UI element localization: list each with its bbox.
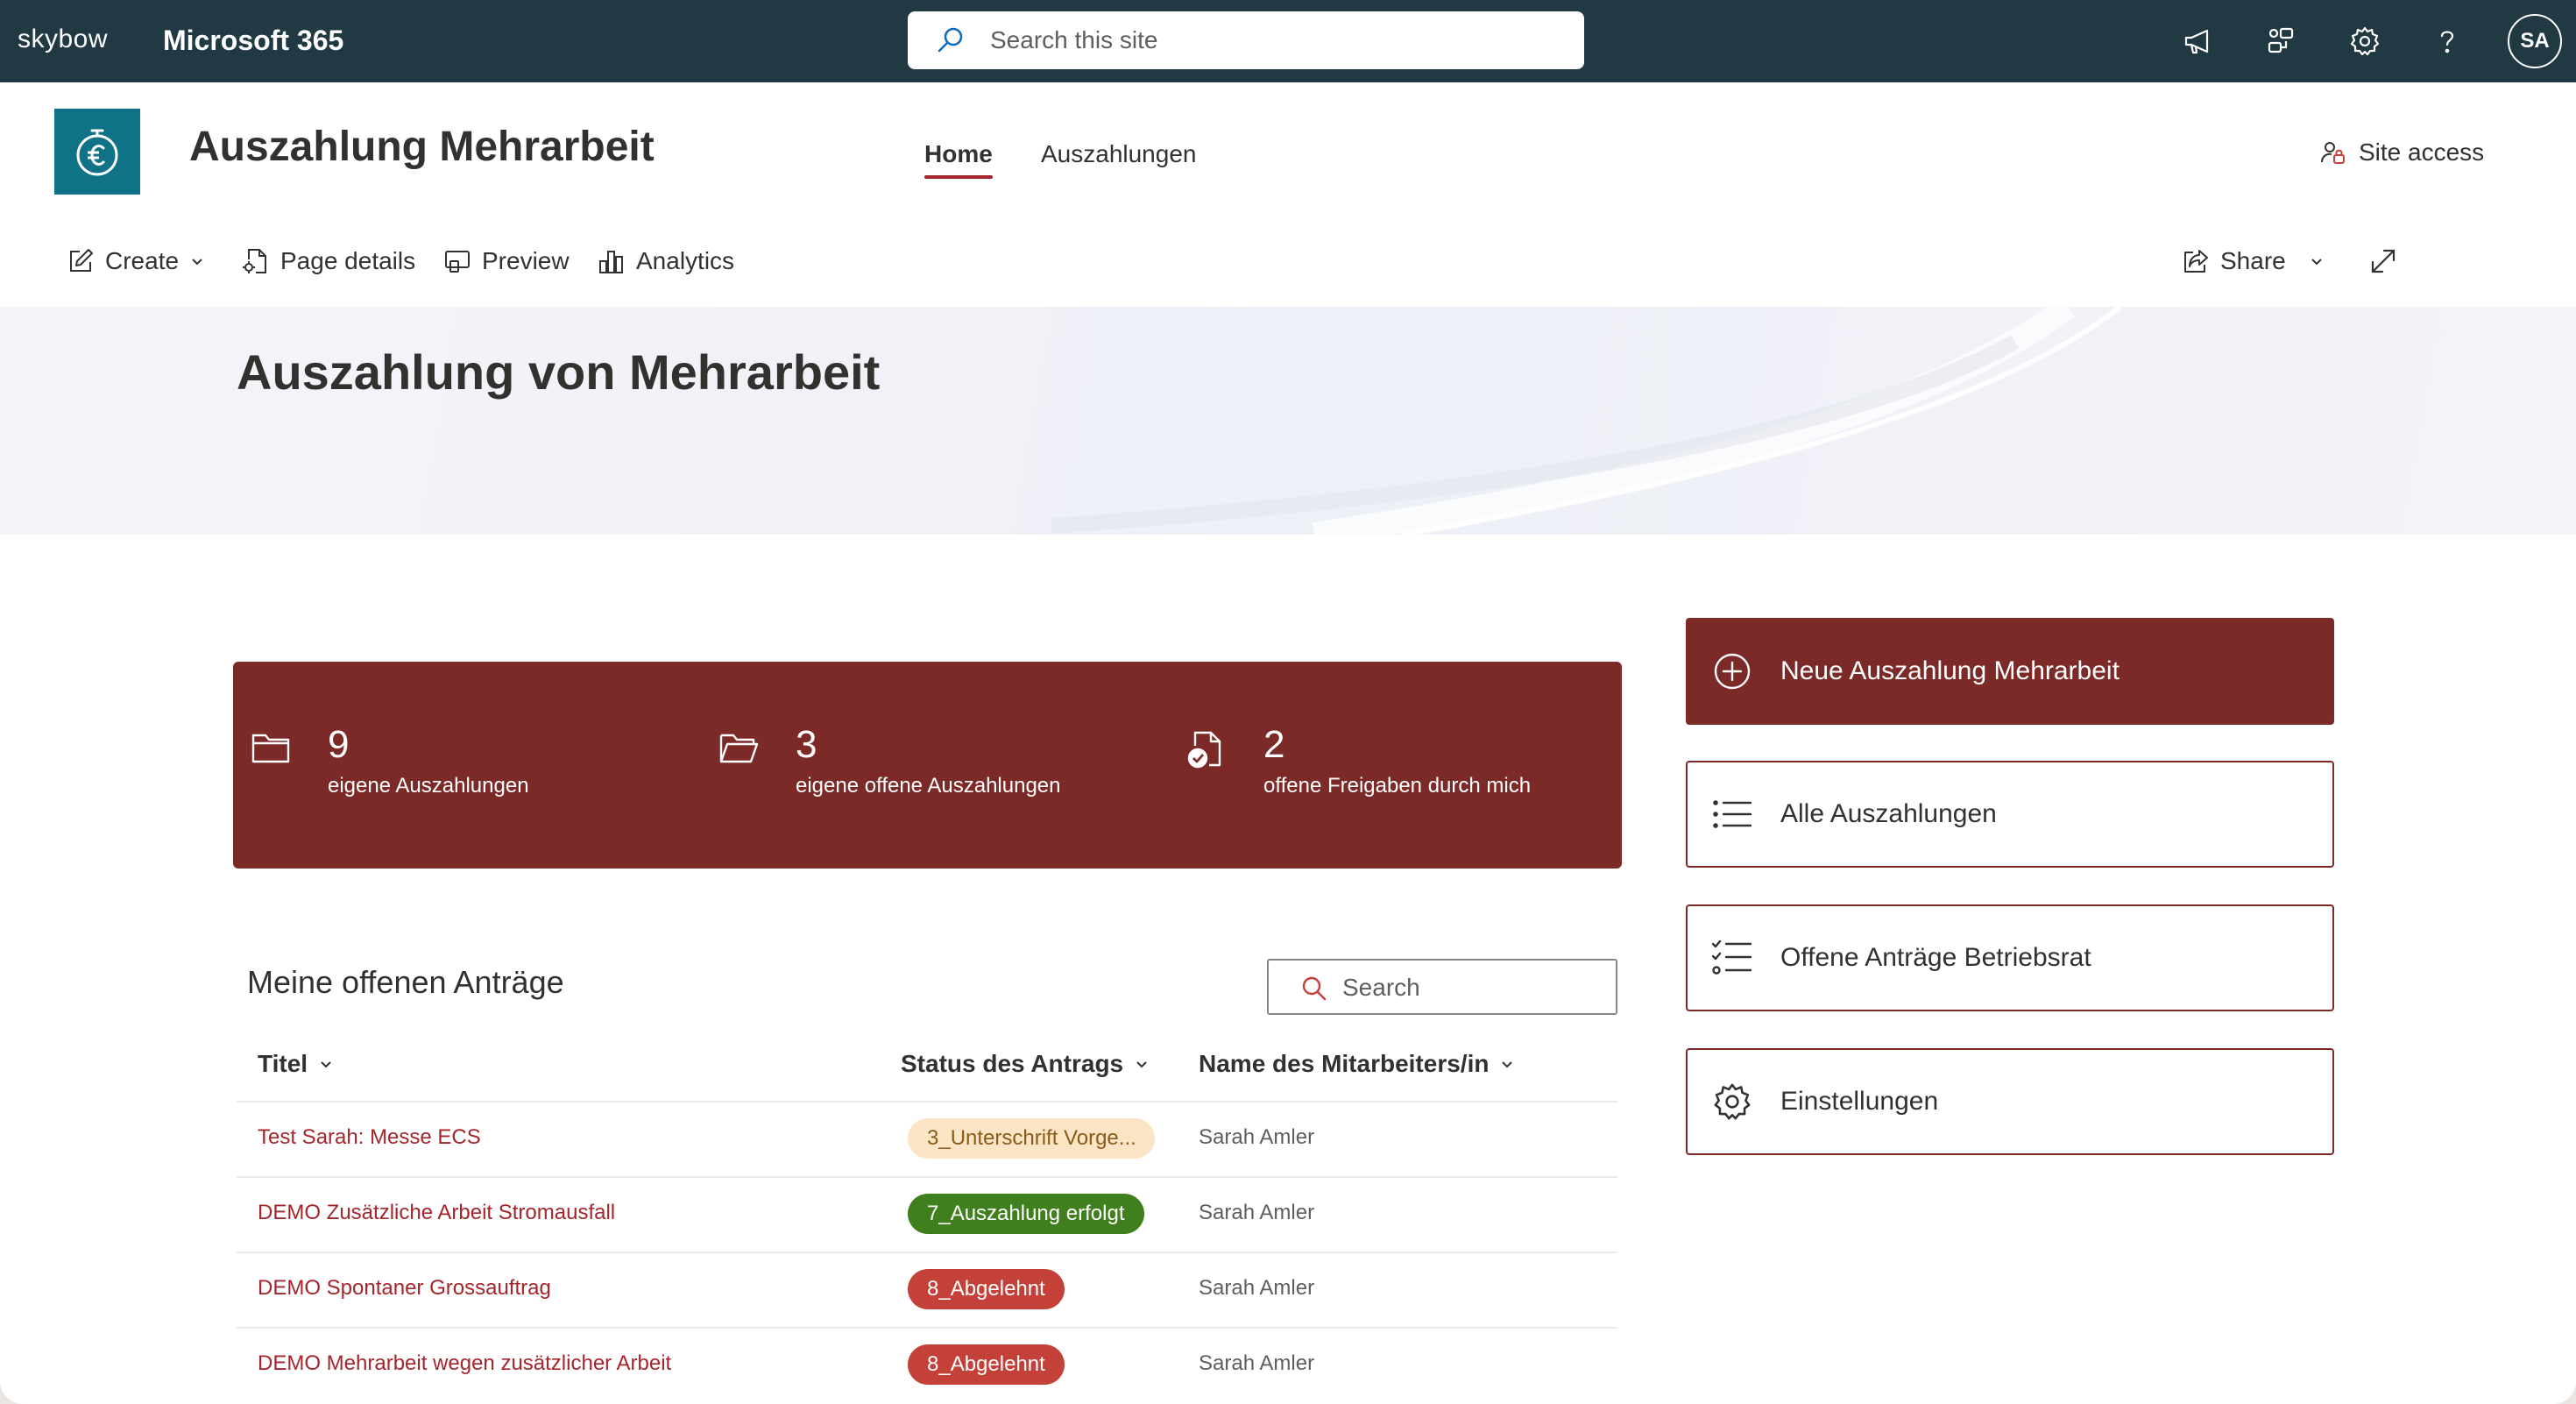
stat-label: eigene offene Auszahlungen	[796, 774, 1061, 798]
column-header-employee-name[interactable]: Name des Mitarbeiters/in	[1199, 1050, 1515, 1078]
row-employee-name: Sarah Amler	[1199, 1276, 1315, 1300]
nav-home[interactable]: Home	[924, 140, 993, 168]
suite-bar: skybow Microsoft 365 Search this site SA	[0, 0, 2576, 82]
site-title[interactable]: Auszahlung Mehrarbeit	[189, 123, 655, 171]
column-header-label: Status des Antrags	[901, 1050, 1124, 1077]
column-header-titel[interactable]: Titel	[258, 1050, 334, 1078]
add-circle-icon	[1710, 649, 1754, 693]
browser-frame: skybow Microsoft 365 Search this site SA…	[0, 0, 2576, 1404]
share-label: Share	[2220, 247, 2286, 274]
status-badge: 8_Abgelehnt	[908, 1269, 1065, 1309]
hero-banner: Auszahlung von Mehrarbeit	[0, 307, 2576, 535]
column-header-label: Name des Mitarbeiters/in	[1199, 1050, 1490, 1077]
share-icon	[2184, 250, 2208, 273]
stat-label: offene Freigaben durch mich	[1263, 774, 1532, 798]
site-logo[interactable]	[54, 109, 140, 195]
row-title-link[interactable]: DEMO Spontaner Grossauftrag	[258, 1276, 551, 1301]
skybow-logo[interactable]: skybow	[18, 25, 108, 54]
row-employee-name: Sarah Amler	[1199, 1201, 1315, 1224]
settings-button[interactable]: Einstellungen	[1686, 1048, 2334, 1155]
site-search-input[interactable]	[990, 22, 1551, 59]
site-access-label: Site access	[2359, 138, 2485, 166]
stat-value: 3	[796, 723, 817, 766]
chevron-down-icon	[192, 259, 202, 266]
edit-icon	[70, 249, 93, 272]
chevron-down-icon	[1136, 1061, 1147, 1068]
hero-background-swoosh	[1051, 307, 2122, 535]
row-title-link[interactable]: Test Sarah: Messe ECS	[258, 1125, 481, 1150]
create-button[interactable]: Create	[67, 247, 205, 275]
search-icon	[938, 27, 963, 53]
table-row[interactable]: Test Sarah: Messe ECS 3_Unterschrift Vor…	[237, 1101, 1617, 1176]
row-employee-name: Sarah Amler	[1199, 1351, 1315, 1375]
row-title-link[interactable]: DEMO Mehrarbeit wegen zusätzlicher Arbei…	[258, 1351, 671, 1376]
user-avatar[interactable]: SA	[2508, 14, 2562, 68]
column-header-status[interactable]: Status des Antrags	[901, 1050, 1150, 1078]
analytics-chart-icon	[599, 251, 623, 273]
chevron-down-icon	[321, 1061, 331, 1068]
checklist-icon	[1710, 936, 1754, 980]
folder-icon	[251, 734, 290, 763]
preview-label: Preview	[482, 247, 570, 274]
open-folder-icon	[719, 734, 759, 763]
all-payouts-button[interactable]: Alle Auszahlungen	[1686, 761, 2334, 868]
document-check-icon	[1187, 731, 1221, 769]
table-row[interactable]: DEMO Mehrarbeit wegen zusätzlicher Arbei…	[237, 1327, 1617, 1402]
megaphone-icon[interactable]	[2176, 19, 2220, 63]
list-icon	[1710, 792, 1754, 836]
euro-clock-icon	[76, 129, 118, 176]
nav-active-indicator	[924, 175, 993, 179]
help-question-icon[interactable]	[2425, 19, 2469, 63]
create-label: Create	[105, 247, 180, 274]
analytics-label: Analytics	[636, 247, 735, 274]
expand-fullscreen-button[interactable]	[2369, 247, 2397, 275]
stat-value: 9	[328, 723, 350, 766]
stat-label: eigene Auszahlungen	[328, 774, 529, 798]
all-payouts-label: Alle Auszahlungen	[1780, 799, 1997, 828]
works-council-requests-label: Offene Anträge Betriebsrat	[1780, 943, 2091, 972]
search-icon	[1302, 976, 1327, 1001]
microsoft-365-title[interactable]: Microsoft 365	[163, 25, 343, 57]
row-employee-name: Sarah Amler	[1199, 1125, 1315, 1149]
nav-auszahlungen[interactable]: Auszahlungen	[1041, 140, 1196, 168]
status-badge: 3_Unterschrift Vorge...	[908, 1118, 1155, 1159]
people-lock-icon	[2321, 142, 2345, 164]
list-search-input[interactable]	[1342, 971, 1596, 1004]
status-badge: 8_Abgelehnt	[908, 1344, 1065, 1385]
page-details-button[interactable]: Page details	[242, 247, 415, 275]
works-council-requests-button[interactable]: Offene Anträge Betriebsrat	[1686, 904, 2334, 1011]
preview-icon	[445, 251, 470, 273]
share-button[interactable]: Share	[2182, 247, 2325, 275]
chevron-down-icon[interactable]	[2309, 253, 2325, 269]
page-settings-icon	[243, 249, 266, 273]
preview-button[interactable]: Preview	[443, 247, 570, 275]
new-payout-label: Neue Auszahlung Mehrarbeit	[1780, 656, 2120, 685]
site-access-button[interactable]: Site access	[2320, 138, 2484, 167]
list-search-box[interactable]	[1267, 959, 1617, 1015]
table-row[interactable]: DEMO Zusätzliche Arbeit Stromausfall 7_A…	[237, 1176, 1617, 1252]
app-connections-icon[interactable]	[2259, 19, 2303, 63]
analytics-button[interactable]: Analytics	[598, 247, 734, 275]
column-header-label: Titel	[258, 1050, 308, 1077]
status-badge: 7_Auszahlung erfolgt	[908, 1194, 1144, 1234]
chevron-down-icon	[1502, 1061, 1513, 1068]
new-payout-button[interactable]: Neue Auszahlung Mehrarbeit	[1686, 618, 2334, 725]
table-row[interactable]: DEMO Spontaner Grossauftrag 8_Abgelehnt …	[237, 1252, 1617, 1327]
settings-gear-icon[interactable]	[2343, 19, 2387, 63]
stats-card: 9 eigene Auszahlungen 3 eigene offene Au…	[233, 662, 1622, 869]
list-title: Meine offenen Anträge	[247, 964, 564, 1000]
hero-title: Auszahlung von Mehrarbeit	[237, 344, 881, 400]
settings-gear-icon	[1710, 1080, 1754, 1124]
settings-label: Einstellungen	[1780, 1087, 1939, 1116]
row-title-link[interactable]: DEMO Zusätzliche Arbeit Stromausfall	[258, 1201, 615, 1225]
site-search-box[interactable]	[908, 11, 1584, 69]
expand-icon	[2371, 249, 2396, 273]
stat-value: 2	[1263, 723, 1285, 766]
page-details-label: Page details	[280, 247, 416, 274]
